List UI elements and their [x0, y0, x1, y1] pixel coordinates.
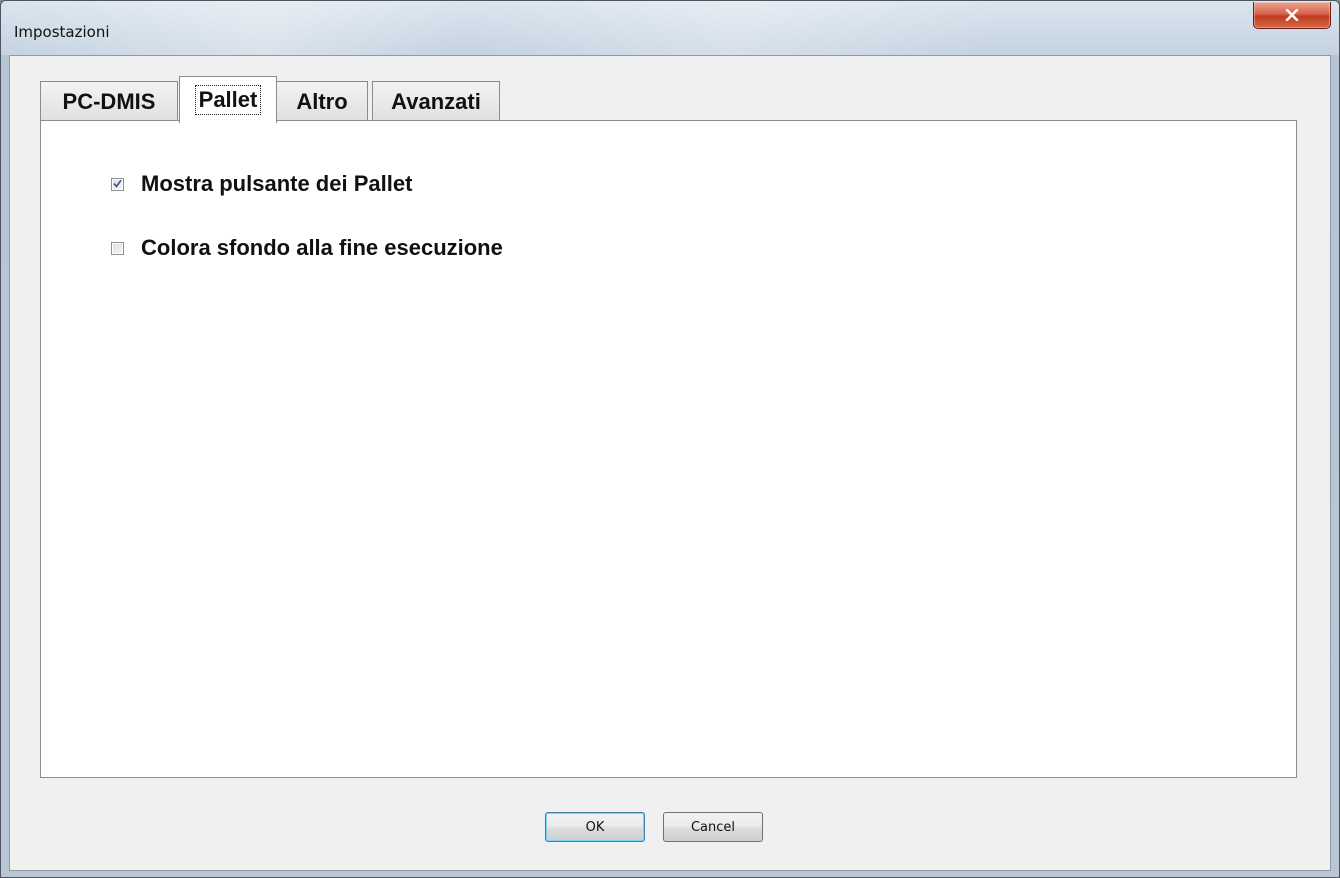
tab-avanzati[interactable]: Avanzati — [372, 81, 500, 121]
close-icon — [1285, 9, 1299, 21]
checkbox-unchecked[interactable] — [111, 241, 124, 255]
option-label: Colora sfondo alla fine esecuzione — [141, 235, 503, 260]
window-title: Impostazioni — [14, 23, 110, 41]
close-button[interactable] — [1253, 2, 1331, 29]
tab-panel-pallet: Mostra pulsante dei Pallet Colora sfondo… — [40, 120, 1297, 778]
tab-pallet[interactable]: Pallet — [179, 76, 277, 123]
ok-button[interactable]: OK — [545, 812, 645, 842]
option-show-pallet-button[interactable]: Mostra pulsante dei Pallet — [111, 171, 412, 197]
tab-altro[interactable]: Altro — [276, 81, 368, 121]
checkbox-checked[interactable] — [111, 175, 124, 193]
option-color-background[interactable]: Colora sfondo alla fine esecuzione — [111, 235, 503, 261]
tab-label: Pallet — [194, 85, 262, 115]
check-icon — [113, 175, 122, 193]
cancel-button[interactable]: Cancel — [663, 812, 763, 842]
tab-label: Altro — [296, 88, 348, 114]
option-label: Mostra pulsante dei Pallet — [141, 171, 413, 196]
dialog-client-area: PC-DMIS Pallet Altro Avanzati Mostra pul… — [9, 55, 1331, 871]
tab-pc-dmis[interactable]: PC-DMIS — [40, 81, 178, 121]
title-bar[interactable]: Impostazioni — [1, 1, 1339, 55]
tab-label: Avanzati — [391, 88, 481, 114]
settings-window: Impostazioni PC-DMIS Pallet Altro Avanza… — [0, 0, 1340, 878]
tab-label: PC-DMIS — [62, 88, 156, 114]
